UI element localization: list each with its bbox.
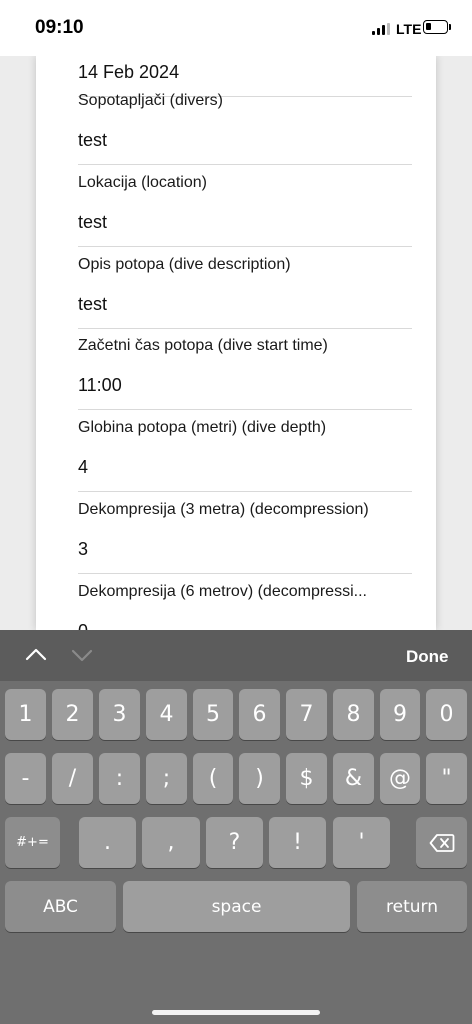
key-semicolon[interactable]: ; [146,753,187,804]
key-9[interactable]: 9 [380,689,420,740]
key-1[interactable]: 1 [5,689,46,740]
field-label: Dekompresija (6 metrov) (decompressi... [78,583,367,600]
field-location[interactable]: Lokacija (location) test [78,164,412,247]
key-question[interactable]: ? [206,817,263,868]
field-value: test [78,212,108,232]
status-bar: 09:10 LTE [0,0,472,56]
key-symbols-toggle[interactable]: #+= [5,817,60,868]
status-time: 09:10 [35,17,84,38]
battery-icon [423,20,448,34]
field-label: Začetni čas potopa (dive start time) [78,337,328,354]
key-4[interactable]: 4 [146,689,187,740]
key-colon[interactable]: : [99,753,140,804]
field-label: Opis potopa (dive description) [78,256,291,273]
key-dollar[interactable]: $ [286,753,327,804]
field-value: 14 Feb 2024 [78,62,180,82]
field-label: Dekompresija (3 metra) (decompression) [78,501,369,518]
return-key[interactable]: return [357,881,467,932]
key-quote[interactable]: " [426,753,467,804]
space-key[interactable]: space [123,881,350,932]
home-indicator [152,1010,320,1015]
field-value: 11:00 [78,375,122,395]
dive-form: 14 Feb 2024 Sopotapljači (divers) test L… [36,56,436,630]
key-period[interactable]: . [79,817,136,868]
key-0[interactable]: 0 [426,689,467,740]
battery-tip [449,24,451,30]
field-value: test [78,294,108,314]
key-abc[interactable]: ABC [5,881,116,932]
key-6[interactable]: 6 [239,689,280,740]
field-label: Lokacija (location) [78,174,207,191]
key-at[interactable]: @ [380,753,420,804]
key-slash[interactable]: / [52,753,93,804]
key-hyphen[interactable]: - [5,753,46,804]
field-dive-depth[interactable]: Globina potopa (metri) (dive depth) 4 [78,409,412,492]
chevron-down-icon[interactable] [70,643,94,667]
key-apostrophe[interactable]: ' [333,817,390,868]
key-7[interactable]: 7 [286,689,327,740]
keyboard-toolbar: Done [0,630,472,681]
key-2[interactable]: 2 [52,689,93,740]
delete-button[interactable] [416,817,467,868]
key-5[interactable]: 5 [193,689,233,740]
field-decompression-6m[interactable]: Dekompresija (6 metrov) (decompressi... … [78,573,412,630]
done-button[interactable]: Done [406,647,449,667]
field-decompression-3m[interactable]: Dekompresija (3 metra) (decompression) 3 [78,491,412,574]
signal-icon [372,23,390,35]
key-ampersand[interactable]: & [333,753,374,804]
backspace-icon [429,833,454,852]
key-open-paren[interactable]: ( [193,753,233,804]
key-3[interactable]: 3 [99,689,140,740]
field-dive-description[interactable]: Opis potopa (dive description) test [78,246,412,329]
chevron-up-icon[interactable] [24,643,48,667]
key-exclamation[interactable]: ! [269,817,326,868]
field-label: Sopotapljači (divers) [78,92,223,109]
field-divers[interactable]: Sopotapljači (divers) test [78,82,412,165]
numeric-keyboard: 1 2 3 4 5 6 7 8 9 0 - / : ; ( ) $ & @ " … [0,681,472,1024]
key-8[interactable]: 8 [333,689,374,740]
field-value: 4 [78,457,89,477]
key-comma[interactable]: , [142,817,200,868]
field-value: 0 [78,621,88,630]
field-label: Globina potopa (metri) (dive depth) [78,419,327,436]
field-dive-start-time[interactable]: Začetni čas potopa (dive start time) 11:… [78,327,412,410]
field-value: 3 [78,539,89,559]
field-value: test [78,130,108,150]
network-label: LTE [396,21,422,37]
key-close-paren[interactable]: ) [239,753,280,804]
